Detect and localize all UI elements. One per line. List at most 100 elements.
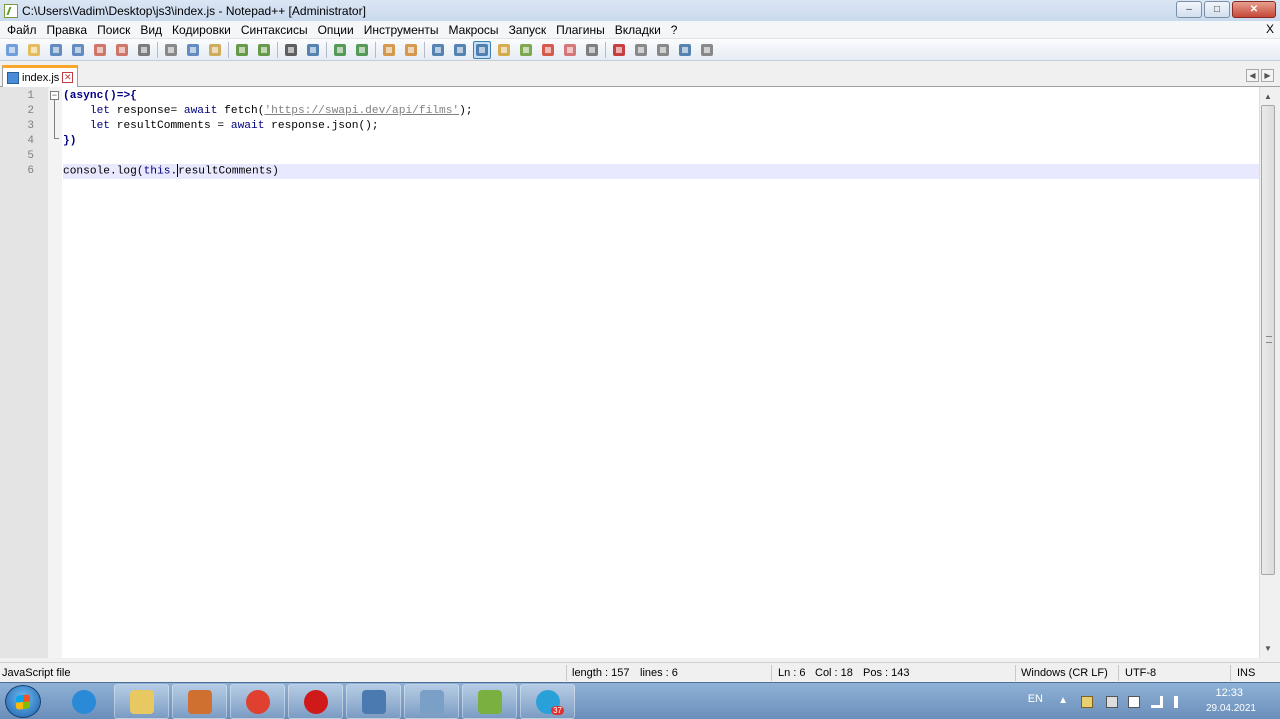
language-indicator[interactable]: EN — [1028, 693, 1043, 705]
new-file-icon[interactable] — [3, 41, 21, 59]
replace-icon[interactable] — [304, 41, 322, 59]
menu-item[interactable]: Инструменты — [359, 23, 444, 37]
opera-taskbar-button[interactable] — [288, 684, 343, 719]
code-token: ); — [459, 105, 473, 117]
code-line[interactable]: let response= await fetch('https://swapi… — [63, 104, 1259, 119]
play-macro-icon[interactable] — [654, 41, 672, 59]
opera-icon — [303, 689, 328, 714]
cut-icon[interactable] — [162, 41, 180, 59]
notepad-taskbar-button[interactable] — [404, 684, 459, 719]
clock-date[interactable]: 29.04.2021 — [1206, 703, 1256, 714]
menu-item[interactable]: Поиск — [92, 23, 135, 37]
toolbar-separator — [605, 41, 606, 58]
code-token: ( — [63, 90, 70, 102]
save-all-icon[interactable] — [69, 41, 87, 59]
menu-item[interactable]: Правка — [42, 23, 93, 37]
telegram-taskbar-button[interactable]: 37 — [520, 684, 575, 719]
vertical-scrollbar[interactable]: ▲ ▼ — [1259, 87, 1276, 658]
function-list-icon[interactable] — [539, 41, 557, 59]
toolbar — [0, 39, 1280, 61]
internet-explorer-taskbar-button[interactable] — [56, 684, 111, 719]
media-player-taskbar-button[interactable] — [172, 684, 227, 719]
menu-item[interactable]: Вкладки — [610, 23, 666, 37]
run-macro-multiple-icon[interactable] — [676, 41, 694, 59]
menu-item[interactable]: Плагины — [551, 23, 610, 37]
folder-workspace-icon[interactable] — [561, 41, 579, 59]
scroll-thumb[interactable] — [1261, 105, 1275, 575]
wrap-icon[interactable] — [429, 41, 447, 59]
tab-close-button[interactable]: ✕ — [62, 72, 74, 83]
find-icon[interactable] — [282, 41, 300, 59]
paste-icon[interactable] — [206, 41, 224, 59]
menu-item[interactable]: Вид — [135, 23, 167, 37]
line-number: 4 — [27, 135, 34, 147]
file-explorer-taskbar-button[interactable] — [114, 684, 169, 719]
update-icon[interactable] — [1081, 696, 1093, 708]
maximize-button[interactable]: □ — [1204, 1, 1230, 18]
line-number: 3 — [27, 120, 34, 132]
tab-scroll-left-icon[interactable]: ◀ — [1246, 69, 1259, 82]
save-icon[interactable] — [47, 41, 65, 59]
start-button[interactable] — [5, 685, 41, 718]
code-token: this — [143, 165, 171, 178]
show-all-chars-icon[interactable] — [451, 41, 469, 59]
show-hidden-icons-icon[interactable]: ▲ — [1058, 695, 1068, 706]
menu-item[interactable]: Опции — [313, 23, 359, 37]
fold-collapse-icon[interactable]: − — [50, 91, 59, 100]
menu-item[interactable]: Запуск — [504, 23, 552, 37]
sync-v-icon[interactable] — [380, 41, 398, 59]
network-icon[interactable] — [1151, 696, 1163, 708]
scroll-up-icon[interactable]: ▲ — [1261, 89, 1275, 104]
udl-icon[interactable] — [495, 41, 513, 59]
record-macro-icon[interactable] — [610, 41, 628, 59]
copy-icon[interactable] — [184, 41, 202, 59]
open-file-icon[interactable] — [25, 41, 43, 59]
monitoring-icon[interactable] — [583, 41, 601, 59]
menu-item[interactable]: Синтаксисы — [236, 23, 313, 37]
indent-guide-icon[interactable] — [473, 40, 491, 59]
code-line[interactable]: }) — [63, 134, 1259, 149]
status-divider — [1230, 665, 1231, 681]
print-icon[interactable] — [135, 41, 153, 59]
line-number: 5 — [27, 150, 34, 162]
code-token: let — [89, 105, 111, 117]
menu-item[interactable]: ? — [666, 23, 683, 37]
internet-explorer-icon — [71, 689, 96, 714]
scroll-down-icon[interactable]: ▼ — [1261, 641, 1275, 656]
zoom-out-icon[interactable] — [353, 41, 371, 59]
status-divider — [1015, 665, 1016, 681]
menu-item[interactable]: Макросы — [444, 23, 504, 37]
code-editor[interactable]: − 1 2 3 4 5 6 (async()=>{ let response= await … — [0, 87, 1276, 658]
window-controls: – □ ✕ — [1176, 1, 1276, 18]
close-window-button[interactable]: ✕ — [1232, 1, 1276, 18]
code-line[interactable]: console.log(this.resultComments) — [63, 164, 1259, 179]
chrome-taskbar-button[interactable] — [230, 684, 285, 719]
stop-macro-icon[interactable] — [632, 41, 650, 59]
zoom-in-icon[interactable] — [331, 41, 349, 59]
code-line[interactable]: (async()=>{ — [63, 89, 1259, 104]
sync-h-icon[interactable] — [402, 41, 420, 59]
image-viewer-taskbar-button[interactable] — [346, 684, 401, 719]
code-line[interactable] — [63, 149, 1259, 164]
clock-time[interactable]: 12:33 — [1215, 687, 1243, 699]
power-icon[interactable] — [1128, 696, 1140, 708]
tab-index-js[interactable]: index.js ✕ — [2, 65, 79, 87]
menu-item[interactable]: Файл — [2, 23, 42, 37]
volume-icon[interactable] — [1174, 696, 1186, 708]
minimize-button[interactable]: – — [1176, 1, 1202, 18]
redo-icon[interactable] — [255, 41, 273, 59]
code-line[interactable]: let resultComments = await response.json… — [63, 119, 1259, 134]
image-viewer-icon — [361, 689, 386, 714]
tab-scroll-right-icon[interactable]: ▶ — [1261, 69, 1274, 82]
undo-icon[interactable] — [233, 41, 251, 59]
save-macro-icon[interactable] — [698, 41, 716, 59]
notepad-plus-plus-taskbar-button[interactable] — [462, 684, 517, 719]
menu-item[interactable]: Кодировки — [167, 23, 236, 37]
close-document-button[interactable]: X — [1266, 22, 1274, 36]
notepad-plus-plus-icon — [4, 3, 18, 18]
doc-map-icon[interactable] — [517, 41, 535, 59]
close-all-icon[interactable] — [113, 41, 131, 59]
removable-device-icon[interactable] — [1106, 696, 1118, 708]
close-icon[interactable] — [91, 41, 109, 59]
